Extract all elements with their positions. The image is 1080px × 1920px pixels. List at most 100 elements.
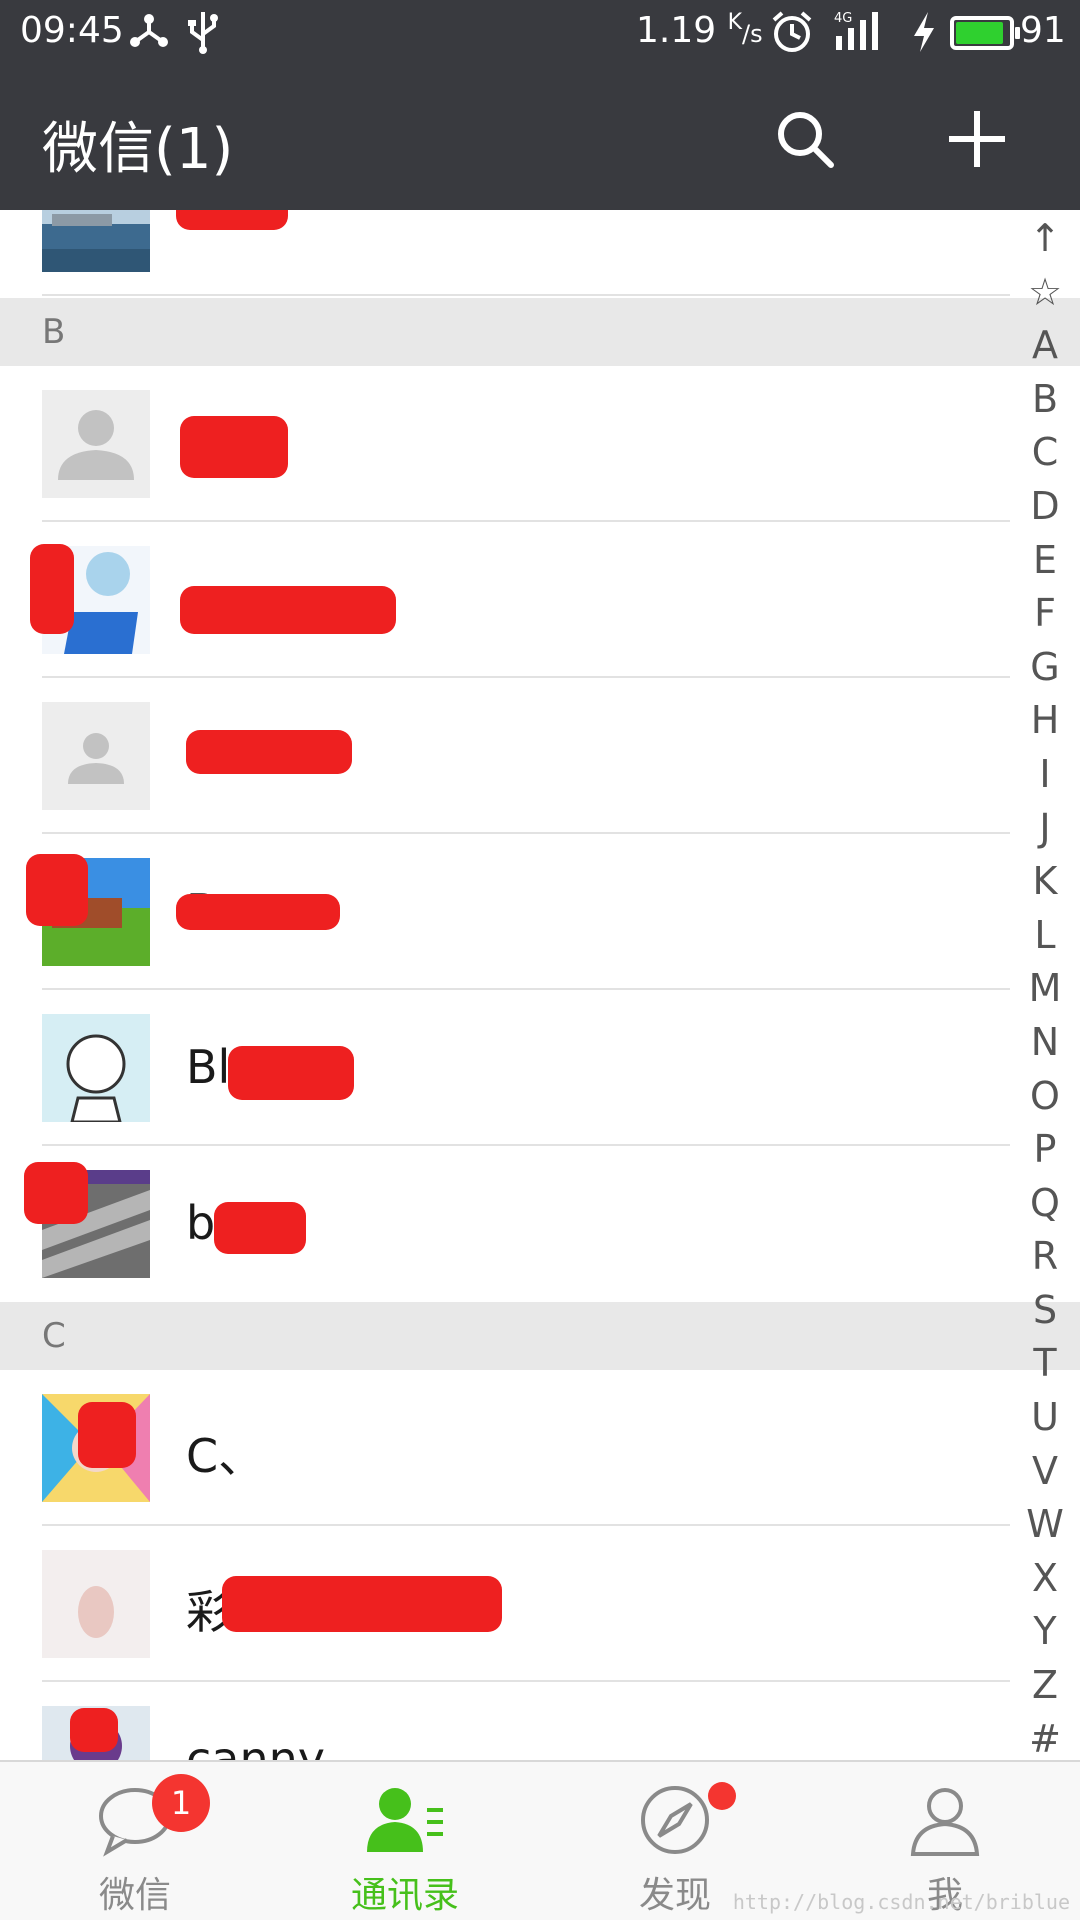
contact-row[interactable] [0, 210, 1010, 296]
usb-icon [186, 10, 220, 58]
index-letter[interactable]: H [1010, 694, 1080, 748]
index-letter[interactable]: Z [1010, 1659, 1080, 1713]
redaction-mark [180, 416, 288, 478]
default-person-icon [42, 702, 150, 810]
index-letter[interactable]: Q [1010, 1177, 1080, 1231]
redaction-mark [24, 1162, 88, 1224]
section-letter: B [42, 312, 66, 352]
index-letter[interactable]: I [1010, 748, 1080, 802]
contact-row[interactable]: B [0, 834, 1010, 990]
index-letter[interactable]: R [1010, 1230, 1080, 1284]
status-bar: 09:45 1.19 K/s 4G 91 [0, 0, 1080, 66]
contact-row[interactable]: canny [0, 1682, 1010, 1760]
net-speed-value: 1.19 [636, 10, 717, 51]
index-letter[interactable]: J [1010, 802, 1080, 856]
index-letter[interactable]: U [1010, 1391, 1080, 1445]
redaction-mark [70, 1708, 118, 1752]
contact-avatar [42, 1014, 150, 1122]
new-dot [708, 1782, 736, 1810]
net-speed-unit-bottom: /s [742, 20, 763, 48]
tab-label: 通讯录 [350, 1875, 459, 1916]
alarm-icon [770, 10, 814, 58]
app-header: 微信(1) [0, 66, 1080, 210]
person-icon [910, 1788, 980, 1856]
page-title: 微信(1) [42, 117, 234, 182]
index-letter[interactable]: T [1010, 1337, 1080, 1391]
index-letter[interactable]: Y [1010, 1605, 1080, 1659]
alphabet-index[interactable]: ↑ ☆ A B C D E F G H I J K L M N O P Q R S T U V W X Y Z # [1010, 212, 1080, 1766]
contact-row[interactable] [0, 678, 1010, 834]
index-letter[interactable]: ☆ [1010, 266, 1080, 320]
contact-name: canny [186, 1732, 326, 1760]
redaction-mark [78, 1402, 136, 1468]
tab-chats[interactable]: 1 微信 [0, 1762, 270, 1920]
index-letter[interactable]: C [1010, 426, 1080, 480]
contact-row[interactable]: 彩 [0, 1526, 1010, 1682]
unread-badge: 1 [152, 1774, 210, 1832]
contact-row[interactable]: C、 [0, 1370, 1010, 1526]
index-letter[interactable]: N [1010, 1016, 1080, 1070]
index-letter[interactable]: ↑ [1010, 212, 1080, 266]
contact-avatar [42, 702, 150, 810]
signal-type-label: 4G [834, 11, 852, 26]
redaction-mark [214, 1202, 306, 1254]
index-letter[interactable]: X [1010, 1552, 1080, 1606]
index-letter[interactable]: F [1010, 587, 1080, 641]
contact-row[interactable] [0, 366, 1010, 522]
index-letter[interactable]: K [1010, 855, 1080, 909]
bottom-tab-bar: 1 微信 通讯录 发现 我 http://blog.csdn.net/bribl… [0, 1760, 1080, 1920]
network-share-icon [128, 10, 170, 56]
redaction-mark [228, 1046, 354, 1100]
index-letter[interactable]: D [1010, 480, 1080, 534]
index-letter[interactable]: W [1010, 1498, 1080, 1552]
redaction-mark [30, 544, 74, 634]
index-letter[interactable]: P [1010, 1123, 1080, 1177]
contact-row[interactable]: Bl [0, 990, 1010, 1146]
redaction-mark [180, 586, 396, 634]
net-speed-unit-top: K [727, 10, 743, 35]
search-icon [778, 112, 834, 168]
redaction-mark [176, 894, 340, 930]
contact-avatar [42, 210, 150, 272]
charging-icon [910, 10, 938, 58]
contact-name: C、 [186, 1429, 265, 1483]
section-header: B [0, 298, 1080, 366]
section-letter: C [42, 1316, 66, 1356]
index-letter[interactable]: # [1010, 1713, 1080, 1767]
contact-row[interactable] [0, 522, 1010, 678]
index-letter[interactable]: A [1010, 319, 1080, 373]
battery-icon [950, 16, 1020, 50]
tab-label: 微信 [98, 1875, 171, 1916]
plus-icon [949, 111, 1005, 167]
section-header: C [0, 1302, 1080, 1370]
tab-contacts[interactable]: 通讯录 [270, 1762, 540, 1920]
index-letter[interactable]: G [1010, 641, 1080, 695]
contact-list[interactable]: B B Bl [0, 210, 1080, 1760]
index-letter[interactable]: V [1010, 1445, 1080, 1499]
contact-avatar [42, 1550, 150, 1658]
watermark: http://blog.csdn.net/briblue [732, 1890, 1070, 1914]
index-letter[interactable]: S [1010, 1284, 1080, 1338]
contact-avatar [42, 390, 150, 498]
redaction-mark [186, 730, 352, 774]
default-person-icon [42, 390, 150, 498]
contacts-icon [367, 1788, 443, 1852]
index-letter[interactable]: B [1010, 373, 1080, 427]
redaction-mark [26, 854, 88, 926]
row-divider [42, 294, 1010, 296]
contact-name: b [186, 1196, 216, 1250]
contact-name: Bl [186, 1040, 231, 1094]
search-button[interactable] [760, 94, 850, 184]
index-letter[interactable]: M [1010, 962, 1080, 1016]
signal-icon: 4G [832, 8, 890, 58]
index-letter[interactable]: L [1010, 909, 1080, 963]
contact-row[interactable]: b [0, 1146, 1010, 1302]
net-speed: 1.19 K/s [636, 10, 763, 51]
compass-icon [641, 1786, 709, 1854]
index-letter[interactable]: E [1010, 534, 1080, 588]
add-button[interactable] [932, 94, 1022, 184]
status-time: 09:45 [20, 10, 124, 51]
index-letter[interactable]: O [1010, 1070, 1080, 1124]
redaction-mark [222, 1576, 502, 1632]
redaction-mark [176, 210, 288, 230]
